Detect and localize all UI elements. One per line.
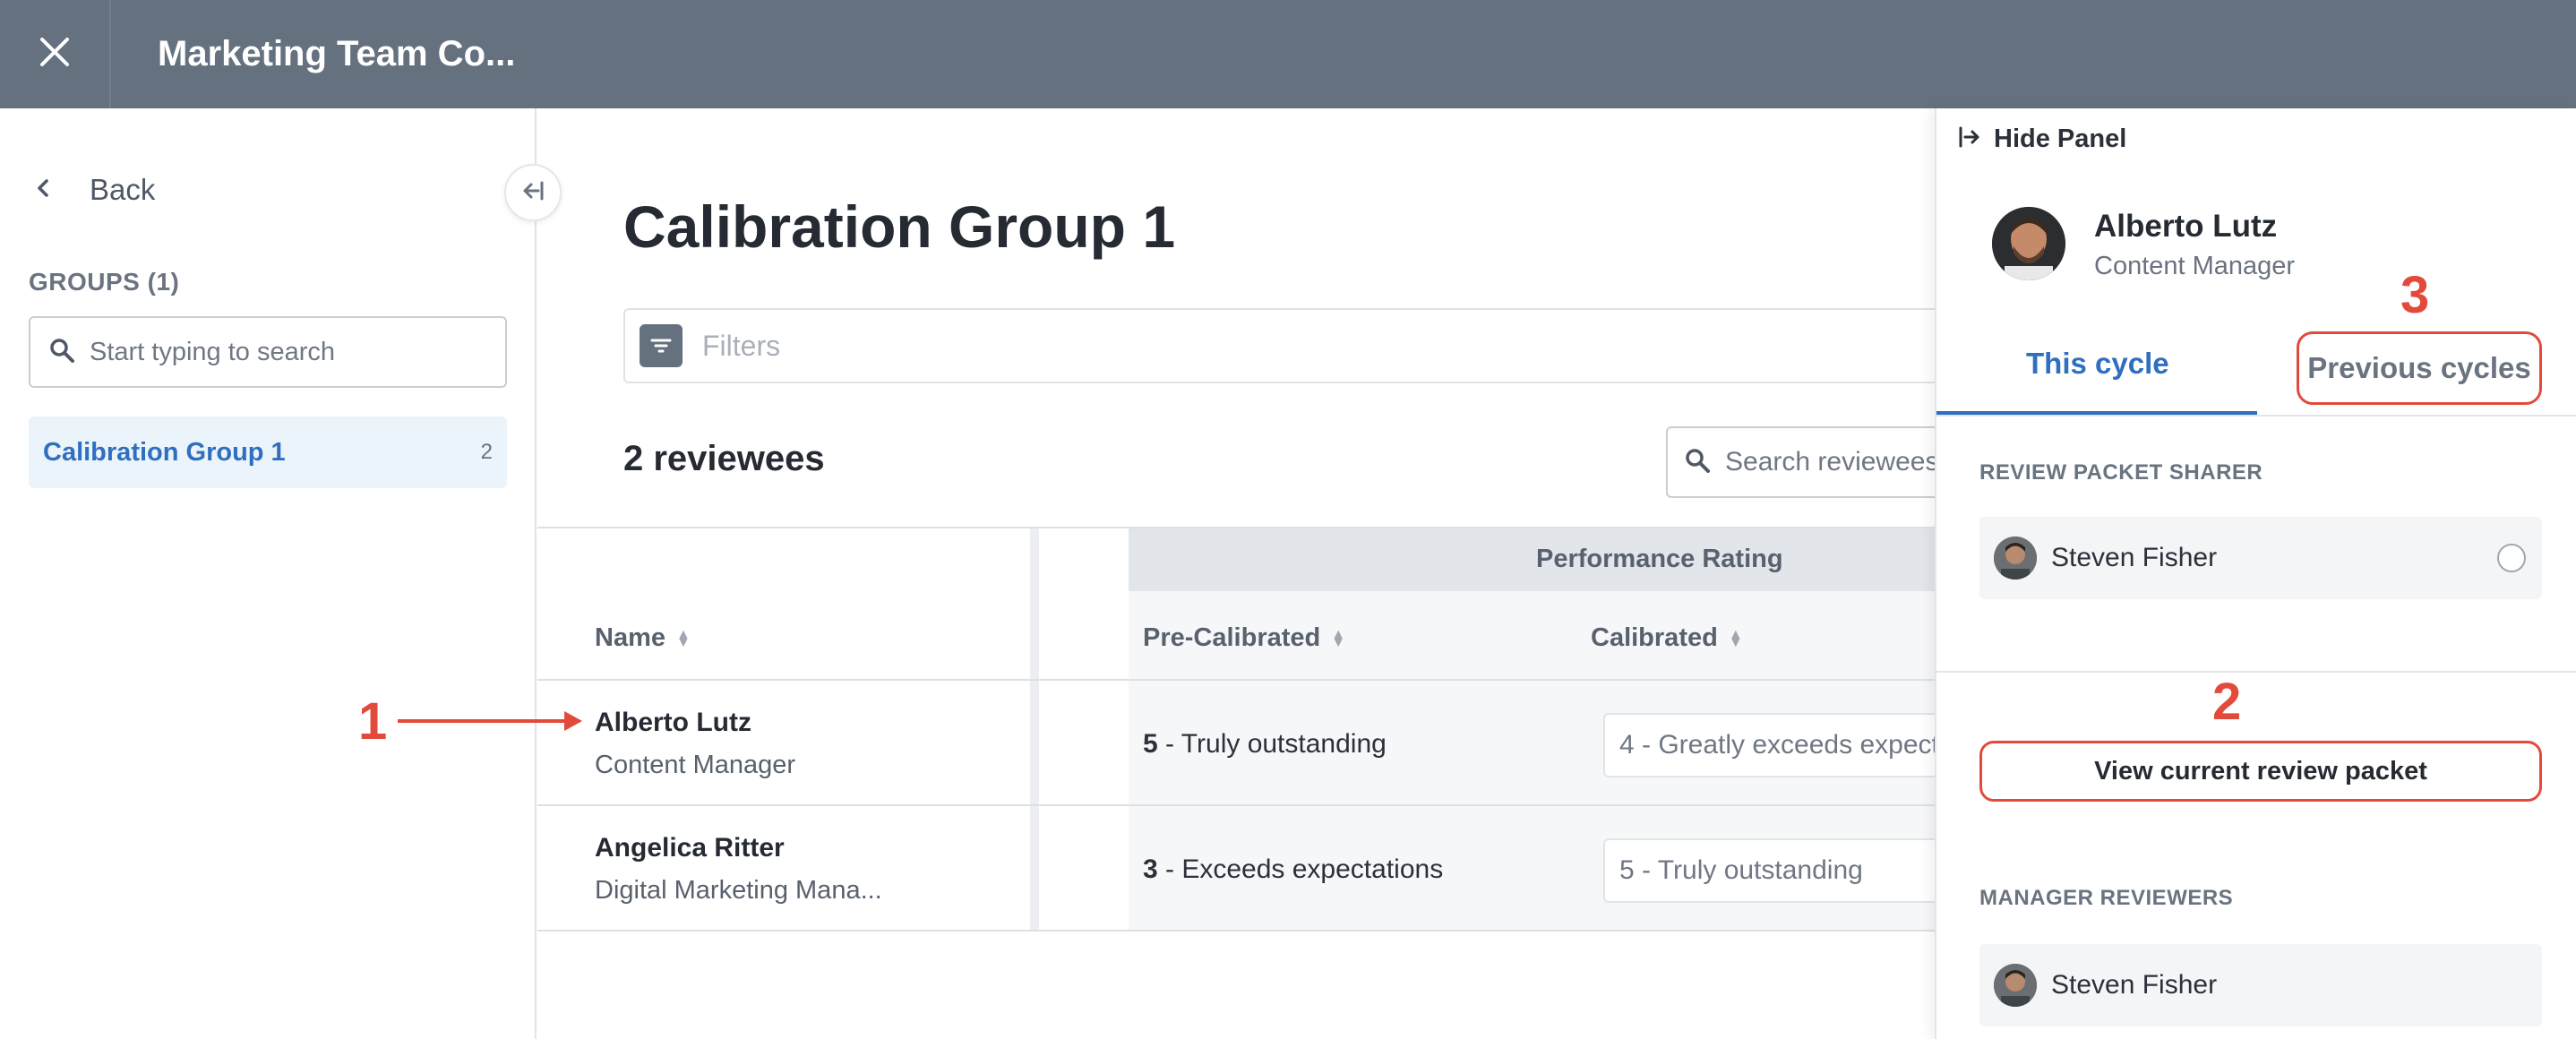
pre-calibrated-score: 3: [1143, 854, 1158, 884]
table-divider: [537, 804, 1935, 806]
panel-person-role: Content Manager: [2094, 252, 2296, 280]
table-divider: [537, 679, 1935, 681]
page-title: Calibration Group 1: [623, 193, 1176, 260]
panel-person-name: Alberto Lutz: [2094, 209, 2278, 244]
tab-divider: [1936, 415, 2576, 416]
reviewee-role: Digital Marketing Mana...: [595, 876, 882, 905]
sidebar: Back GROUPS (1) Start typing to search C…: [0, 108, 537, 1039]
groups-heading: GROUPS (1): [29, 268, 180, 296]
filters-placeholder: Filters: [702, 329, 781, 362]
annotation-arrow: [398, 719, 577, 723]
filters-bar[interactable]: Filters: [623, 308, 1985, 383]
performance-rating-header: [1129, 527, 1935, 591]
review-packet-sharer-row[interactable]: Steven Fisher: [1979, 517, 2542, 599]
pre-calibrated-rating: 5 - Truly outstanding: [1143, 729, 1387, 760]
sticky-column-divider: [1030, 527, 1039, 932]
table-divider: [537, 527, 1935, 528]
pre-calibrated-column-header[interactable]: Pre-Calibrated ▲ ▼: [1143, 623, 1345, 653]
tab-this-cycle[interactable]: This cycle: [2026, 347, 2169, 381]
review-packet-sharer-name: Steven Fisher: [2051, 543, 2218, 572]
collapse-sidebar-button[interactable]: [504, 164, 562, 221]
group-count: 2: [480, 440, 493, 464]
review-packet-sharer-heading: REVIEW PACKET SHARER: [1979, 460, 2263, 485]
app-title: Marketing Team Co...: [158, 34, 516, 73]
sort-icon: ▲ ▼: [676, 626, 691, 650]
calibrated-column-header[interactable]: Calibrated ▲ ▼: [1591, 623, 1743, 653]
table-divider: [537, 930, 1935, 932]
reviewees-count: 2 reviewees: [623, 439, 825, 478]
pre-calibrated-header-label: Pre-Calibrated: [1143, 623, 1321, 652]
close-icon: [39, 37, 70, 72]
name-column-header[interactable]: Name ▲ ▼: [595, 623, 691, 653]
pre-calibrated-text: - Truly outstanding: [1157, 729, 1387, 759]
pre-calibrated-rating: 3 - Exceeds expectations: [1143, 854, 1443, 885]
sort-icon: ▲ ▼: [1728, 626, 1743, 650]
view-current-review-packet-button[interactable]: View current review packet: [1979, 741, 2542, 802]
annotation-3: 3: [2400, 266, 2430, 324]
back-label: Back: [90, 173, 156, 206]
group-search-input[interactable]: Start typing to search: [29, 316, 507, 388]
sidebar-item-calibration-group-1[interactable]: Calibration Group 1 2: [29, 416, 507, 488]
hide-panel-icon: [1958, 125, 1981, 153]
panel-divider: [1936, 671, 2576, 673]
annotation-2: 2: [2212, 673, 2242, 731]
avatar: [1994, 537, 2037, 580]
tab-previous-cycles[interactable]: Previous cycles: [2297, 331, 2542, 405]
group-name: Calibration Group 1: [43, 437, 286, 467]
reviewee-search-placeholder: Search reviewees: [1725, 447, 1939, 477]
sort-icon: ▲ ▼: [1331, 626, 1346, 650]
manager-reviewer-name: Steven Fisher: [2051, 970, 2218, 1000]
manager-reviewer-row[interactable]: Steven Fisher: [1979, 944, 2542, 1026]
calibrated-header-label: Calibrated: [1591, 623, 1718, 652]
annotation-arrowhead: [564, 711, 582, 731]
hide-panel-button[interactable]: Hide Panel: [1958, 121, 2126, 157]
reviewee-name[interactable]: Alberto Lutz: [595, 708, 751, 738]
name-header-label: Name: [595, 623, 665, 652]
annotation-1: 1: [358, 692, 388, 751]
avatar: [1994, 964, 2037, 1007]
reviewees-table: Performance Rating Name ▲ ▼ Pre-Calibrate…: [537, 527, 1962, 932]
sharer-radio[interactable]: [2497, 544, 2526, 572]
search-icon: [48, 337, 75, 368]
pre-calibrated-score: 5: [1143, 729, 1158, 759]
manager-reviewers-heading: MANAGER REVIEWERS: [1979, 886, 2234, 910]
group-search-placeholder: Start typing to search: [90, 337, 336, 366]
reviewee-role: Content Manager: [595, 751, 796, 779]
chevron-left-icon: [34, 176, 52, 205]
top-bar: Marketing Team Co...: [0, 0, 2576, 108]
reviewee-detail-panel: Hide Panel Alberto Lutz Content Manager …: [1935, 108, 2576, 1039]
hide-panel-label: Hide Panel: [1994, 124, 2127, 153]
pre-calibrated-text: - Exceeds expectations: [1157, 854, 1444, 884]
collapse-left-icon: [520, 180, 545, 206]
back-button[interactable]: Back: [34, 167, 155, 212]
filter-icon: [640, 324, 683, 367]
close-button[interactable]: [0, 0, 111, 108]
avatar: [1992, 207, 2065, 280]
calibrated-rating-select[interactable]: 5 - Truly outstanding: [1603, 838, 1962, 903]
calibrated-rating-select[interactable]: 4 - Greatly exceeds expectations: [1603, 713, 1962, 777]
search-icon: [1684, 447, 1711, 478]
reviewee-name[interactable]: Angelica Ritter: [595, 833, 785, 863]
performance-rating-label: Performance Rating: [1536, 545, 1783, 573]
